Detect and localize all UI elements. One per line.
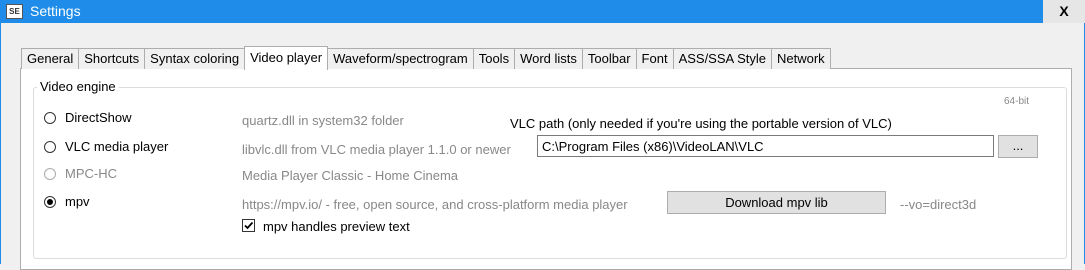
browse-vlc-button[interactable]: ... <box>998 135 1038 158</box>
window-title: Settings <box>30 3 81 19</box>
tab-general[interactable]: General <box>21 48 80 69</box>
vlc-path-label: VLC path (only needed if you're using th… <box>510 116 892 131</box>
tab-strip: General Shortcuts Syntax coloring Video … <box>21 46 831 70</box>
mpc-hc-label[interactable]: MPC-HC <box>65 166 117 181</box>
vlc-radio[interactable] <box>44 141 56 153</box>
tab-network[interactable]: Network <box>771 48 831 69</box>
mpv-preview-checkbox[interactable] <box>242 219 255 232</box>
directshow-description: quartz.dll in system32 folder <box>242 113 404 128</box>
app-icon: SE <box>6 4 23 19</box>
mpc-hc-description: Media Player Classic - Home Cinema <box>242 168 459 183</box>
bitness-label: 64-bit <box>1004 96 1030 107</box>
close-button[interactable]: X <box>1043 0 1085 23</box>
mpv-vo-label: --vo=direct3d <box>900 197 977 212</box>
tab-toolbar[interactable]: Toolbar <box>581 48 637 69</box>
radio-selected-dot <box>47 199 53 205</box>
title-bar: SE Settings X <box>0 0 1085 23</box>
tab-waveform-spectrogram[interactable]: Waveform/spectrogram <box>327 48 474 69</box>
directshow-radio[interactable] <box>44 112 56 124</box>
download-mpv-button[interactable]: Download mpv lib <box>667 191 886 214</box>
tab-word-lists[interactable]: Word lists <box>514 48 583 69</box>
video-engine-group <box>33 87 1067 259</box>
tab-video-player[interactable]: Video player <box>244 46 329 70</box>
vlc-description: libvlc.dll from VLC media player 1.1.0 o… <box>242 142 511 157</box>
tab-font[interactable]: Font <box>635 48 674 69</box>
mpv-label[interactable]: mpv <box>65 194 90 209</box>
directshow-label[interactable]: DirectShow <box>65 110 131 125</box>
vlc-label[interactable]: VLC media player <box>65 139 168 154</box>
tab-ass-ssa-style[interactable]: ASS/SSA Style <box>672 48 772 69</box>
mpv-preview-label[interactable]: mpv handles preview text <box>263 219 410 234</box>
vlc-path-input[interactable]: C:\Program Files (x86)\VideoLAN\VLC <box>537 135 994 157</box>
video-engine-legend: Video engine <box>37 79 119 94</box>
tab-syntax-coloring[interactable]: Syntax coloring <box>144 48 246 69</box>
tab-tools[interactable]: Tools <box>472 48 516 69</box>
mpv-radio[interactable] <box>44 196 56 208</box>
mpc-hc-radio[interactable] <box>44 168 56 180</box>
mpv-description: https://mpv.io/ - free, open source, and… <box>242 197 628 212</box>
checkmark-icon <box>244 221 254 230</box>
tab-shortcuts[interactable]: Shortcuts <box>78 48 146 69</box>
